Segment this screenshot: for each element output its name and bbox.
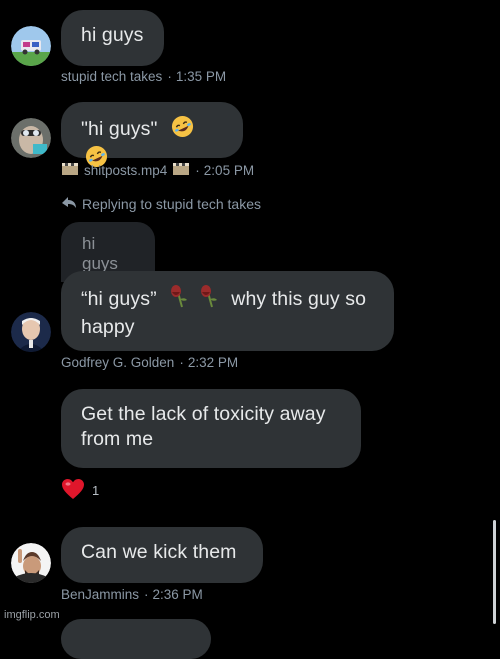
reply-arrow-icon (61, 195, 77, 212)
reply-indicator[interactable]: Replying to stupid tech takes (61, 195, 261, 212)
message-text: Can we kick them (81, 541, 237, 563)
author-name[interactable]: stupid tech takes (61, 69, 162, 84)
message-meta: Godfrey G. Golden · 2:32 PM (61, 355, 238, 370)
avatar-godfrey-g-golden[interactable] (11, 312, 51, 352)
message-bubble[interactable]: Get the lack of toxicity away from me (61, 389, 361, 468)
reaction-count: 1 (92, 483, 100, 498)
avatar-shitposts[interactable] (11, 118, 51, 158)
message-bubble[interactable]: "hi guys" (61, 102, 243, 168)
timestamp: 1:35 PM (175, 69, 227, 84)
quoted-text: hi guys (82, 234, 118, 273)
message-meta: BenJammins · 2:36 PM (61, 587, 203, 602)
message-line: Get the lack of toxicity away (81, 403, 326, 425)
meta-separator: · (179, 355, 184, 370)
meta-separator: · (167, 69, 172, 84)
message-text: “hi guys” (81, 288, 157, 310)
message-text: why this guy so (231, 288, 367, 310)
message-meta: stupid tech takes · 1:35 PM (61, 69, 226, 84)
timestamp: 2:05 PM (203, 163, 255, 178)
reply-label: Replying to stupid tech takes (82, 195, 261, 212)
clapperboard-icon (61, 162, 79, 179)
message-bubble-partial[interactable] (61, 619, 211, 659)
message-text: hi guys (81, 24, 144, 46)
message-line: from me (81, 428, 154, 450)
message-bubble[interactable]: “hi guys” why this guy so happy (61, 271, 394, 351)
author-name[interactable]: shitposts.mp4 (84, 163, 167, 178)
avatar-stupid-tech-takes[interactable] (11, 26, 51, 66)
timestamp: 2:36 PM (152, 587, 203, 602)
reaction[interactable]: 1 (61, 478, 99, 503)
author-name[interactable]: BenJammins (61, 587, 139, 602)
message-bubble[interactable]: hi guys (61, 10, 164, 66)
scrollbar[interactable] (493, 520, 496, 624)
rolling-on-floor-laughing-icon (171, 115, 194, 145)
clapperboard-icon (172, 162, 190, 179)
meta-separator: · (195, 163, 200, 178)
meta-separator: · (144, 587, 149, 602)
timestamp: 2:32 PM (187, 355, 239, 370)
avatar-benjammins[interactable] (11, 543, 51, 583)
wilted-rose-icon (168, 284, 190, 315)
message-text: "hi guys" (81, 118, 158, 140)
author-name[interactable]: Godfrey G. Golden (61, 355, 174, 370)
red-heart-icon (61, 478, 85, 503)
wilted-rose-icon (198, 284, 220, 315)
message-meta: shitposts.mp4 · 2:05 PM (61, 162, 254, 179)
watermark: imgflip.com (4, 609, 60, 621)
message-line: “hi guys” why this guy so (81, 284, 374, 315)
message-line: happy (81, 316, 135, 338)
message-bubble[interactable]: Can we kick them (61, 527, 263, 583)
